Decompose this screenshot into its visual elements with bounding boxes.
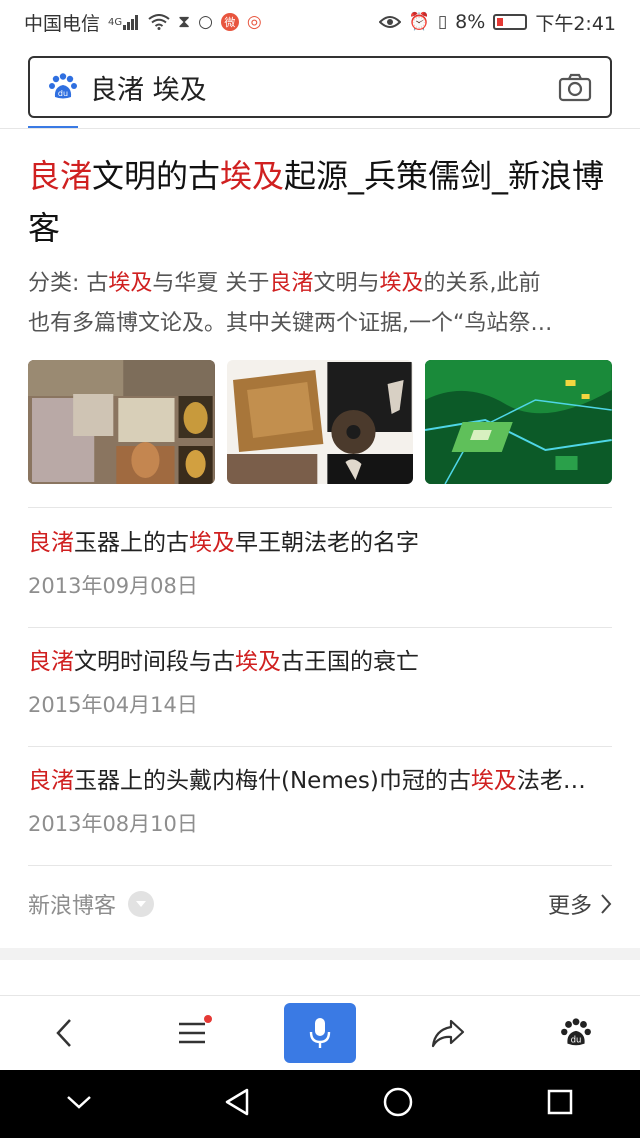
sync-icon: ○ bbox=[198, 12, 213, 32]
nav-recents-button[interactable] bbox=[546, 1088, 574, 1120]
nav-home-button[interactable] bbox=[382, 1086, 414, 1122]
share-button[interactable] bbox=[412, 1003, 484, 1063]
baidu-home-button[interactable]: du bbox=[540, 1003, 612, 1063]
divider bbox=[28, 746, 612, 747]
camera-icon[interactable] bbox=[558, 72, 592, 102]
share-icon bbox=[431, 1019, 465, 1048]
title-text: 文明的古 bbox=[92, 157, 221, 195]
eye-icon bbox=[378, 15, 401, 29]
signal-icon: 4G bbox=[108, 14, 140, 30]
desc-text: 的关系,此前 bbox=[423, 271, 541, 296]
sub-result-date: 2013年08月10日 bbox=[28, 812, 198, 836]
highlight-term: 埃及 bbox=[235, 649, 281, 675]
thumbnail-jade-artifacts[interactable] bbox=[226, 360, 414, 484]
carrier-label: 中国电信 bbox=[24, 12, 101, 35]
highlight-term: 良渚 bbox=[28, 530, 74, 556]
sub-result-item[interactable]: 良渚玉器上的头戴内梅什(Nemes)巾冠的古埃及法老… 2013年08月10日 bbox=[28, 764, 612, 838]
vibrate-icon: ▯ bbox=[437, 12, 448, 32]
bottom-toolbar: du bbox=[0, 996, 640, 1070]
battery-icon bbox=[493, 14, 528, 30]
search-bar[interactable]: du 良渚 埃及 bbox=[28, 56, 612, 118]
triangle-back-icon bbox=[225, 1088, 249, 1116]
divider bbox=[28, 507, 612, 508]
result-description: 分类: 古埃及与华夏 关于良渚文明与埃及的关系,此前 也有多篇博文论及。其中关键… bbox=[28, 264, 612, 344]
sub-result-date: 2015年04月14日 bbox=[28, 693, 198, 717]
title-text: 早王朝法老的名字 bbox=[235, 530, 419, 556]
status-bar: 中国电信 4G ⧗ ○ 微 ◎ ⏰ ▯ 8% 下午2:41 bbox=[0, 0, 640, 44]
divider bbox=[28, 627, 612, 628]
alarm-icon: ⏰ bbox=[408, 12, 430, 32]
baidu-paw-icon: du bbox=[49, 73, 77, 99]
search-input[interactable]: 良渚 埃及 bbox=[90, 68, 558, 107]
sub-result-title[interactable]: 良渚文明时间段与古埃及古王国的衰亡 bbox=[28, 645, 612, 679]
weibo-notification-icon: 微 bbox=[220, 13, 239, 31]
sub-result-item[interactable]: 良渚文明时间段与古埃及古王国的衰亡 2015年04月14日 bbox=[28, 645, 612, 719]
wifi-icon bbox=[148, 14, 170, 30]
svg-text:du: du bbox=[571, 1036, 582, 1046]
baidu-paw-icon: du bbox=[561, 1018, 591, 1046]
circle-home-icon bbox=[383, 1087, 413, 1117]
title-text: 玉器上的头戴内梅什(Nemes)巾冠的古 bbox=[74, 768, 471, 794]
desc-text: 与华夏 关于 bbox=[152, 271, 270, 296]
highlight-term: 埃及 bbox=[189, 530, 235, 556]
system-navigation-bar bbox=[0, 1070, 640, 1138]
source-name: 新浪博客 bbox=[28, 894, 117, 919]
svg-text:du: du bbox=[58, 89, 68, 98]
square-recents-icon bbox=[547, 1089, 573, 1115]
hide-keyboard-button[interactable] bbox=[66, 1094, 92, 1114]
desc-text: 文明与 bbox=[313, 271, 380, 296]
hourglass-icon: ⧗ bbox=[178, 12, 191, 32]
nav-back-button[interactable] bbox=[224, 1087, 250, 1121]
sub-result-title[interactable]: 良渚玉器上的古埃及早王朝法老的名字 bbox=[28, 526, 612, 560]
microphone-icon bbox=[309, 1018, 331, 1048]
highlight-term: 埃及 bbox=[220, 157, 285, 195]
app-notification-icon: ◎ bbox=[246, 12, 262, 32]
chevron-right-icon bbox=[601, 894, 612, 914]
source-row: 新浪博客 更多 bbox=[28, 884, 612, 924]
title-text: 文明时间段与古 bbox=[74, 649, 235, 675]
thumbnail-site-map[interactable] bbox=[425, 360, 613, 484]
highlight-term: 良渚 bbox=[28, 768, 74, 794]
battery-percent: 8% bbox=[455, 11, 486, 33]
chevron-down-icon[interactable] bbox=[128, 891, 155, 917]
title-text: 古王国的衰亡 bbox=[281, 649, 419, 675]
divider bbox=[28, 865, 612, 866]
result-title-link[interactable]: 良渚文明的古埃及起源_兵策儒剑_新浪博客 bbox=[28, 150, 612, 254]
divider bbox=[0, 128, 640, 129]
thumbnail-strip bbox=[28, 360, 613, 484]
menu-button[interactable] bbox=[156, 1003, 228, 1063]
network-type: 4G bbox=[108, 16, 123, 28]
more-link[interactable]: 更多 bbox=[548, 888, 612, 920]
thumbnail-artifacts-collage[interactable] bbox=[28, 360, 215, 484]
highlight-term: 良渚 bbox=[28, 649, 74, 675]
sub-result-title[interactable]: 良渚玉器上的头戴内梅什(Nemes)巾冠的古埃及法老… bbox=[28, 764, 612, 798]
back-arrow-icon bbox=[56, 1019, 71, 1047]
highlight-term: 埃及 bbox=[470, 768, 517, 794]
back-button[interactable] bbox=[28, 1003, 100, 1063]
menu-icon bbox=[179, 1022, 205, 1044]
clock: 下午2:41 bbox=[535, 12, 616, 35]
highlight-term: 良渚 bbox=[28, 157, 93, 195]
highlight-term: 良渚 bbox=[269, 271, 314, 296]
chevron-down-icon bbox=[67, 1096, 91, 1109]
voice-search-button[interactable] bbox=[284, 1003, 356, 1063]
description-line-2: 也有多篇博文论及。其中关键两个证据,一个“鸟站祭… bbox=[28, 311, 553, 336]
description-line-1: 分类: 古埃及与华夏 关于良渚文明与埃及的关系,此前 bbox=[28, 264, 612, 304]
desc-text: 分类: 古 bbox=[28, 271, 109, 296]
sub-result-item[interactable]: 良渚玉器上的古埃及早王朝法老的名字 2013年09月08日 bbox=[28, 526, 612, 600]
section-separator bbox=[0, 948, 640, 960]
source-selector[interactable]: 新浪博客 bbox=[28, 888, 155, 920]
highlight-term: 埃及 bbox=[379, 271, 424, 296]
title-text: 法老… bbox=[516, 768, 586, 794]
highlight-term: 埃及 bbox=[108, 271, 153, 296]
more-label: 更多 bbox=[547, 894, 592, 919]
title-text: 玉器上的古 bbox=[74, 530, 189, 556]
notification-dot bbox=[204, 1015, 212, 1023]
sub-result-date: 2013年09月08日 bbox=[28, 574, 198, 598]
